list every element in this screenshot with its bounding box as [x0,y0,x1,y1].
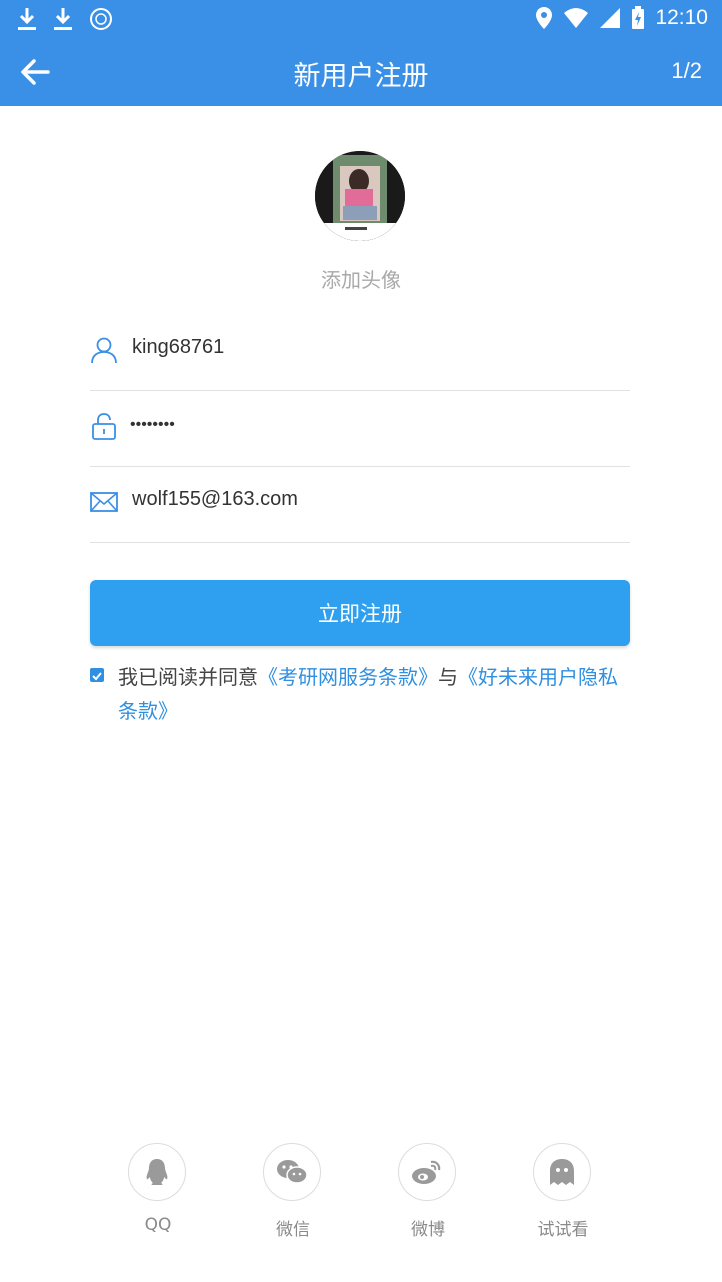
social-wechat[interactable]: 微信 [263,1143,323,1240]
qq-icon [146,1159,168,1185]
weibo-label: 微博 [411,1220,445,1240]
add-avatar-label[interactable]: 添加头像 [0,264,722,293]
app-bar: 新用户注册 1/2 [0,38,722,106]
user-icon [91,337,117,364]
password-field[interactable]: •••••••• [90,390,630,467]
qq-label: QQ [144,1215,172,1235]
lock-icon [92,413,116,440]
status-bar: 12:10 [0,0,722,38]
username-field[interactable]: king68761 [90,314,630,391]
wifi-icon [564,8,589,28]
social-trial[interactable]: 试试看 [533,1143,593,1240]
ghost-icon [550,1159,574,1185]
download-icon [18,8,36,30]
page-title: 新用户注册 [293,61,429,92]
avatar-photo [315,151,405,241]
email-field[interactable]: wolf155@163.com [90,466,630,543]
avatar-image[interactable] [315,151,405,241]
agree-checkbox[interactable] [90,668,104,682]
agreement-text: 我已阅读并同意《考研网服务条款》与《好未来用户隐私条款》 [118,660,630,728]
wechat-button[interactable] [263,1143,321,1201]
register-button[interactable]: 立即注册 [90,580,630,646]
signal-icon [600,8,621,28]
email-input[interactable]: wolf155@163.com [132,488,298,511]
nox-icon [90,8,112,30]
step-indicator: 1/2 [671,58,702,83]
service-terms-link[interactable]: 《考研网服务条款》 [258,665,438,689]
mail-icon [90,492,118,512]
social-qq[interactable]: QQ [128,1143,188,1235]
username-input[interactable]: king68761 [132,336,224,359]
check-icon [92,672,102,681]
agreement-connector: 与 [438,665,458,689]
social-weibo[interactable]: 微博 [398,1143,458,1240]
download-icon [54,8,72,30]
password-input[interactable]: •••••••• [130,416,175,434]
weibo-button[interactable] [398,1143,456,1201]
trial-label: 试试看 [537,1220,589,1240]
battery-icon [632,6,645,29]
location-icon [536,7,553,29]
agreement-prefix: 我已阅读并同意 [118,665,258,689]
wechat-label: 微信 [276,1220,310,1240]
qq-button[interactable] [128,1143,186,1201]
trial-button[interactable] [533,1143,591,1201]
weibo-icon [412,1160,441,1184]
status-time: 12:10 [655,6,708,29]
wechat-icon [277,1160,308,1184]
